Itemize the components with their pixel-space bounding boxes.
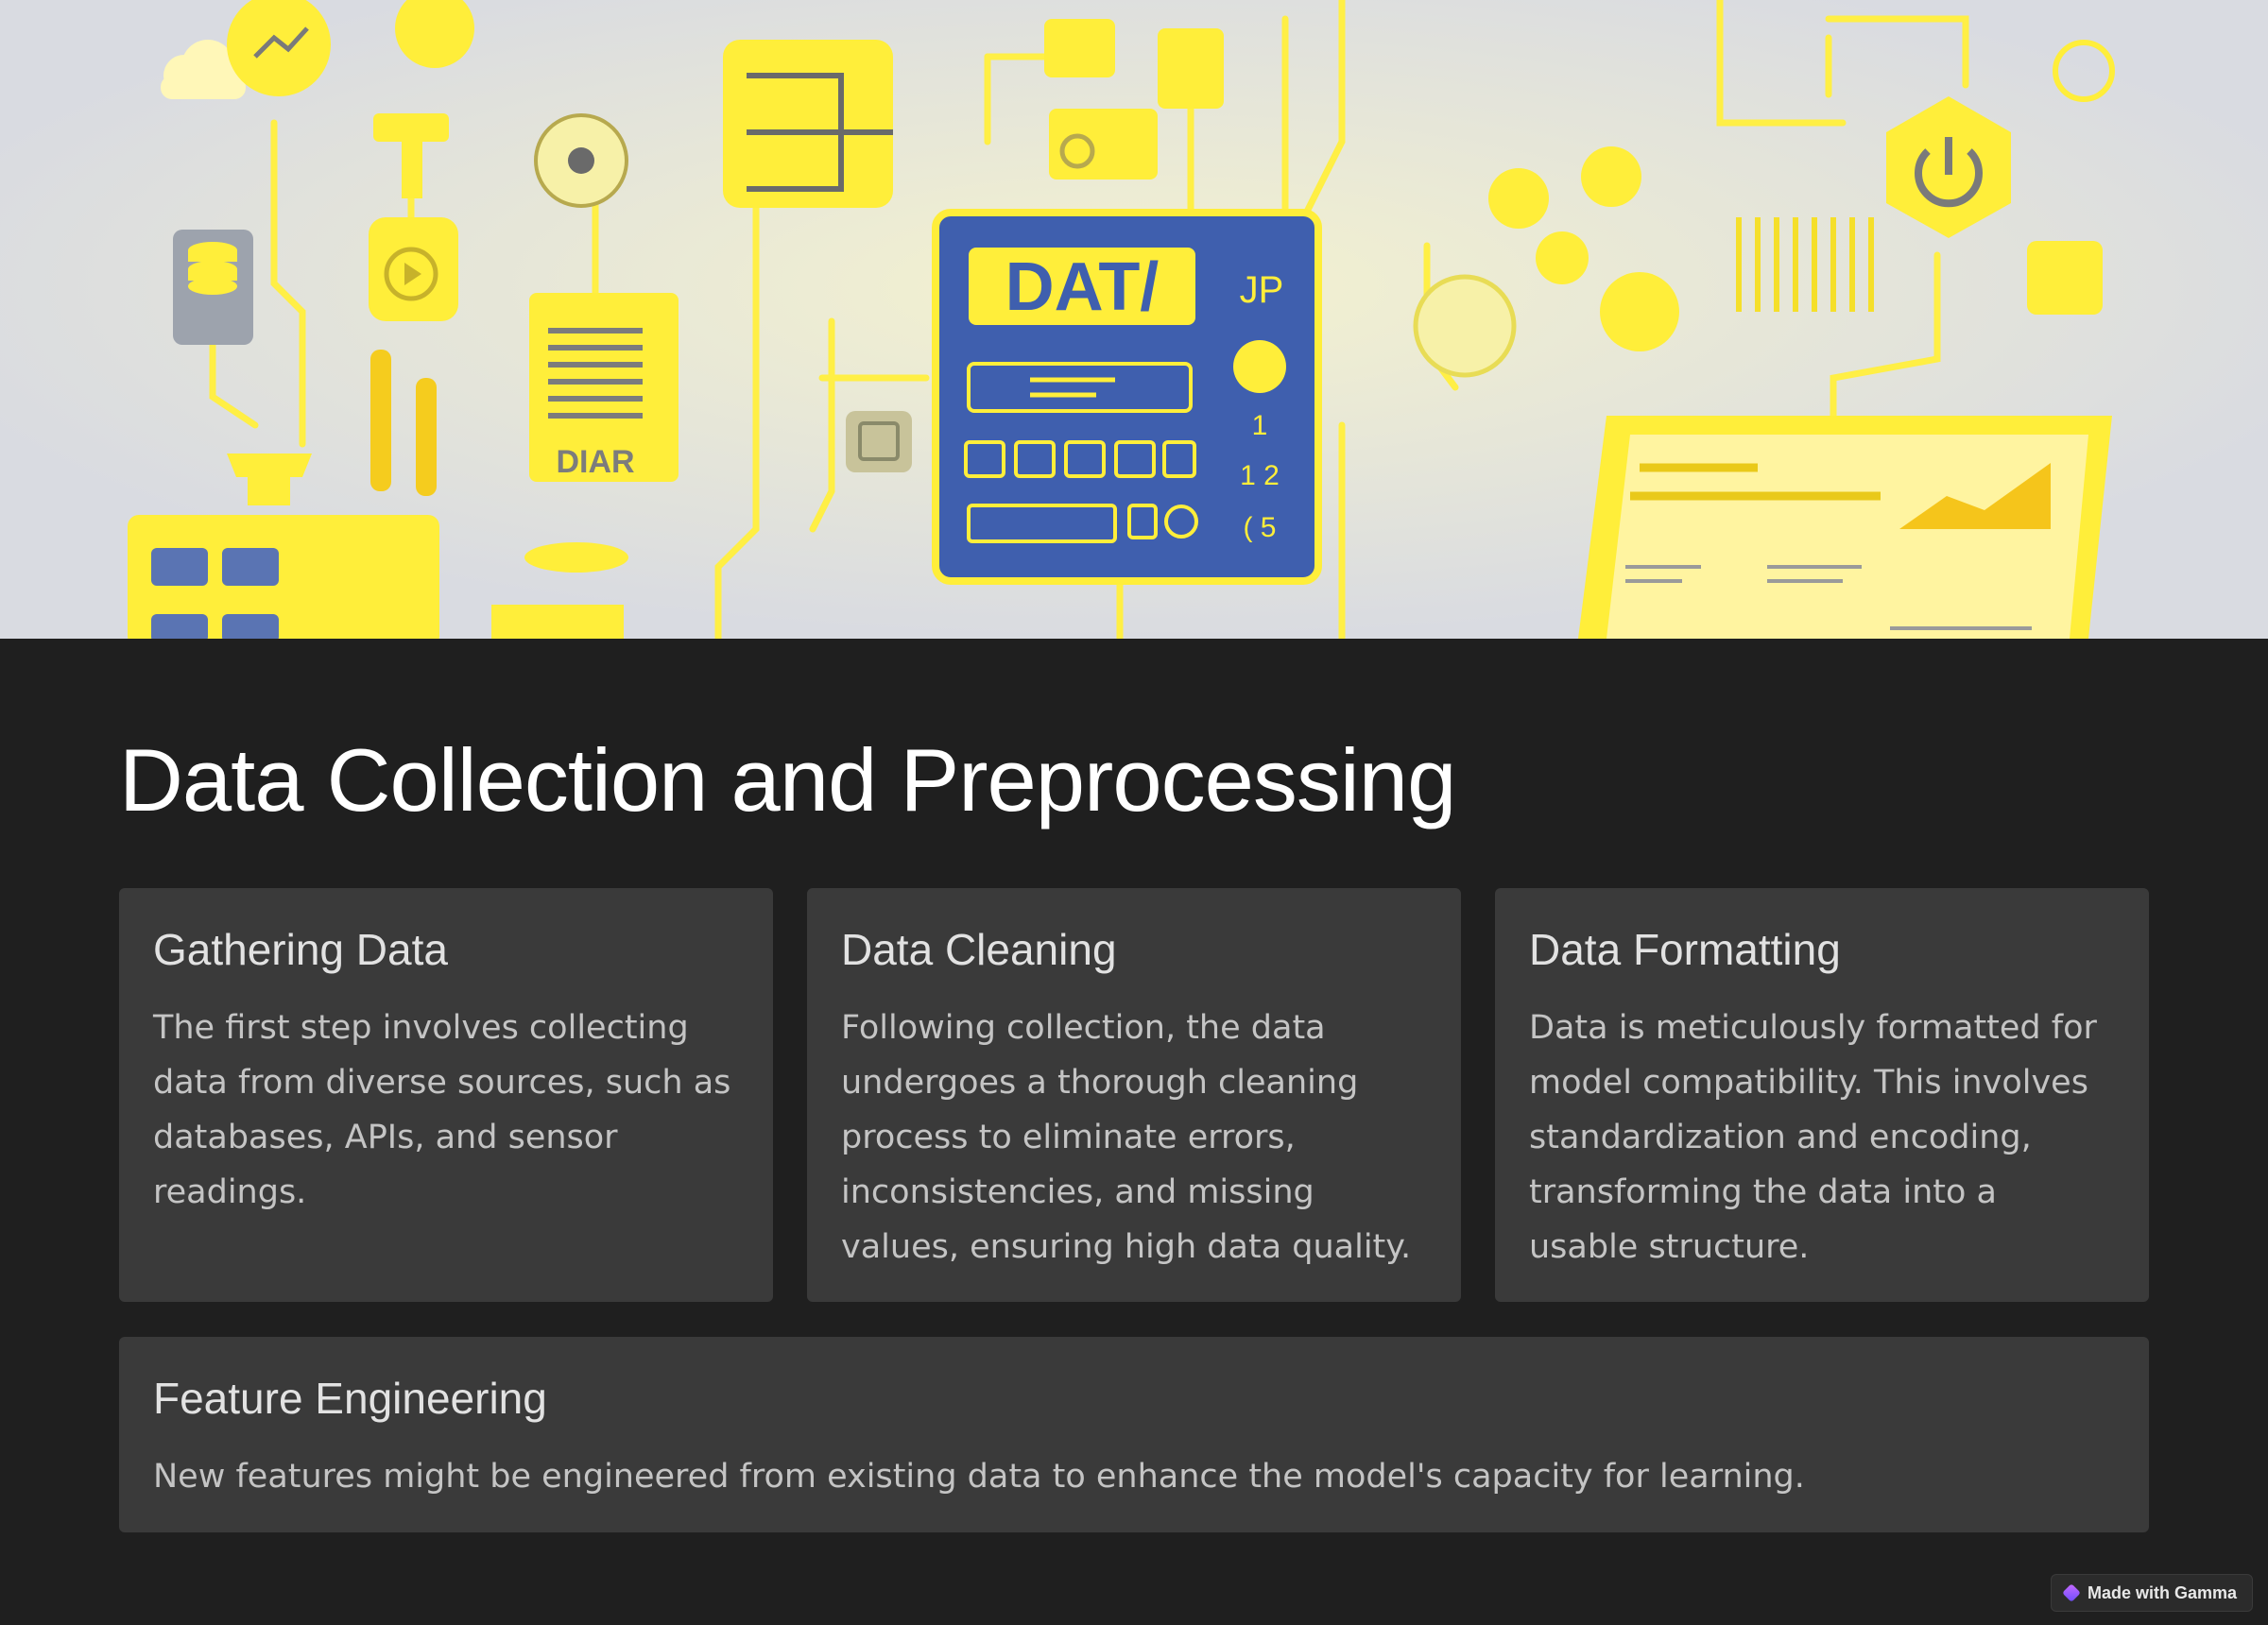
card-data-formatting: Data Formatting Data is meticulously for… bbox=[1495, 888, 2149, 1302]
diar-label: DIAR bbox=[556, 444, 634, 480]
card-body: Data is meticulously formatted for model… bbox=[1529, 1009, 2097, 1267]
card-gathering-data: Gathering Data The first step involves c… bbox=[119, 888, 773, 1302]
panel-number-1: 1 bbox=[1252, 410, 1268, 441]
badge-label: Made with Gamma bbox=[2087, 1582, 2237, 1602]
card-data-cleaning: Data Cleaning Following collection, the … bbox=[807, 888, 1461, 1302]
card-feature-engineering: Feature Engineering New features might b… bbox=[119, 1337, 2149, 1532]
card-title: Data Cleaning bbox=[841, 925, 1117, 974]
panel-side-label: JP bbox=[1240, 269, 1284, 311]
folder-icon bbox=[723, 40, 893, 208]
card-title: Gathering Data bbox=[153, 925, 448, 974]
card-title: Feature Engineering bbox=[153, 1374, 547, 1423]
panel-title: DAT/ bbox=[1005, 249, 1160, 325]
gamma-icon bbox=[2062, 1583, 2081, 1602]
panel-number-3: ( 5 bbox=[1243, 512, 1276, 543]
card-body: New features might be engineered from ex… bbox=[153, 1458, 1805, 1497]
card-body: Following collection, the data undergoes… bbox=[841, 1009, 1412, 1267]
card-body: The first step involves collecting data … bbox=[153, 1009, 731, 1212]
made-with-gamma-badge[interactable]: Made with Gamma bbox=[2050, 1574, 2253, 1612]
page-title: Data Collection and Preprocessing bbox=[119, 730, 1456, 830]
data-panel: DAT/ JP 1 1 2 ( 5 bbox=[932, 209, 1322, 585]
data-circuit-illustration: DIAR DAT/ JP 1 1 2 ( 5 bbox=[0, 0, 2268, 639]
hero-illustration: DIAR DAT/ JP 1 1 2 ( 5 bbox=[0, 0, 2268, 639]
card-title: Data Formatting bbox=[1529, 925, 1841, 974]
panel-number-2: 1 2 bbox=[1240, 460, 1280, 491]
